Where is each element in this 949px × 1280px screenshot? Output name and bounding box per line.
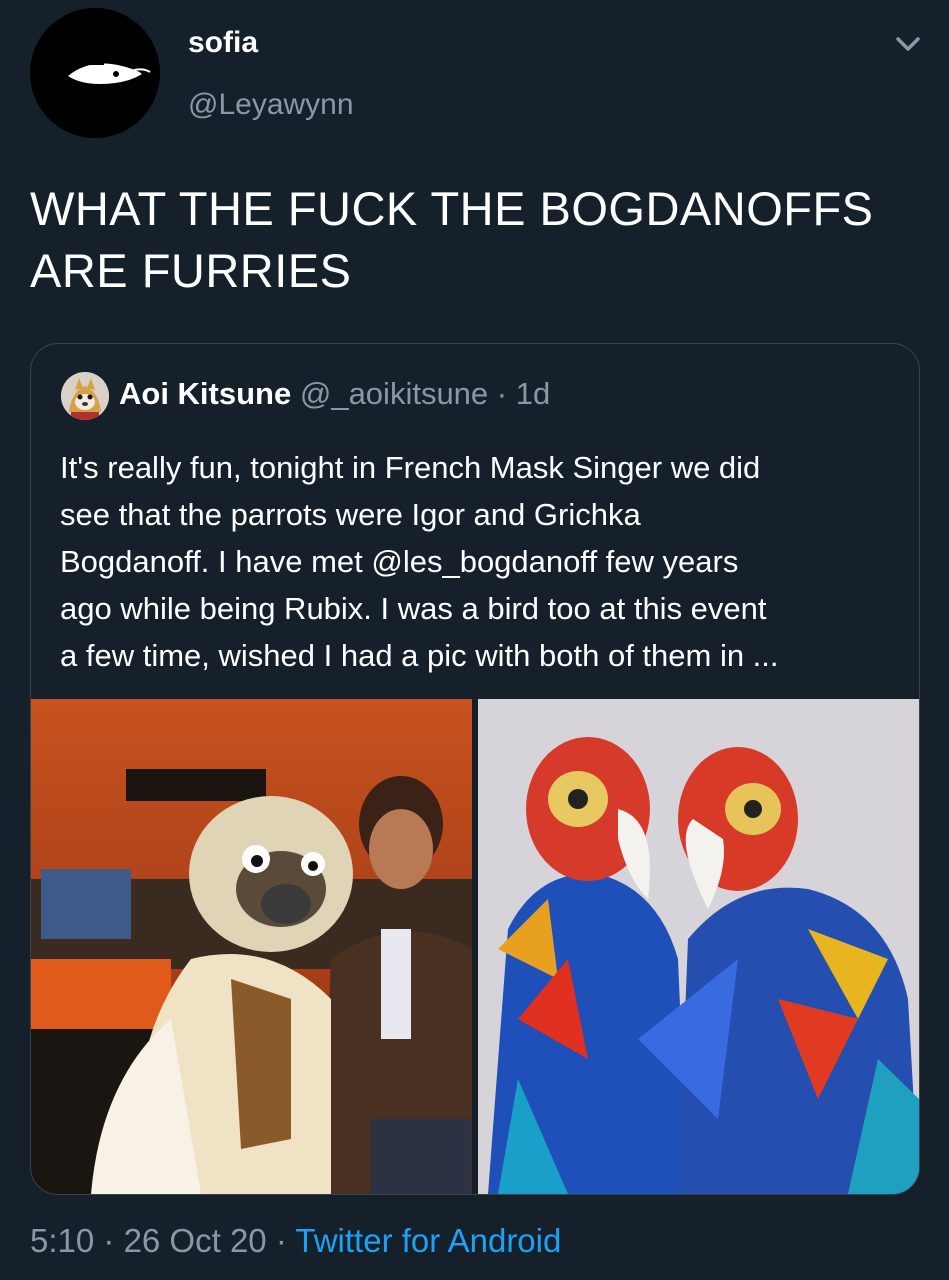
- media-photo-parrots[interactable]: [478, 699, 919, 1194]
- author-avatar[interactable]: [30, 8, 160, 138]
- quoted-tweet-text: It's really fun, tonight in French Mask …: [60, 444, 900, 679]
- tweet-source-link[interactable]: Twitter for Android: [295, 1222, 561, 1259]
- tweet-text-line: WHAT THE FUCK THE BOGDANOFFS: [30, 182, 874, 235]
- footer-separator: ·: [266, 1222, 296, 1259]
- media-photo-fursuit[interactable]: [31, 699, 472, 1194]
- quoted-text-line: see that the parrots were Igor and Grich…: [60, 497, 641, 532]
- quoted-tweet-header: Aoi Kitsune @_aoikitsune · 1d: [119, 376, 550, 412]
- quoted-author-avatar[interactable]: [61, 372, 109, 420]
- tweet-text: WHAT THE FUCK THE BOGDANOFFS ARE FURRIES: [30, 178, 930, 302]
- quoted-text-line: a few time, wished I had a pic with both…: [60, 638, 779, 673]
- footer-separator: ·: [94, 1222, 124, 1259]
- quoted-handle[interactable]: @_aoikitsune: [300, 376, 488, 411]
- quoted-text-line: It's really fun, tonight in French Mask …: [60, 450, 761, 485]
- avatar-image: [30, 8, 160, 138]
- quoted-text-line: Bogdanoff. I have met @les_bogdanoff few…: [60, 544, 739, 579]
- quoted-display-name[interactable]: Aoi Kitsune: [119, 376, 291, 411]
- chevron-down-icon[interactable]: [888, 28, 928, 62]
- author-handle[interactable]: @Leyawynn: [188, 88, 354, 122]
- tweet-text-line: ARE FURRIES: [30, 244, 352, 297]
- header-separator: ·: [496, 376, 508, 411]
- quoted-timestamp[interactable]: 1d: [516, 376, 550, 411]
- tweet-date[interactable]: 26 Oct 20: [124, 1222, 267, 1259]
- quoted-tweet-card[interactable]: Aoi Kitsune @_aoikitsune · 1d It's reall…: [30, 343, 920, 1195]
- quoted-text-line: ago while being Rubix. I was a bird too …: [60, 591, 767, 626]
- tweet-time[interactable]: 5:10: [30, 1222, 94, 1259]
- author-display-name[interactable]: sofia: [188, 26, 258, 60]
- tweet-footer: 5:10 · 26 Oct 20 · Twitter for Android: [30, 1222, 561, 1260]
